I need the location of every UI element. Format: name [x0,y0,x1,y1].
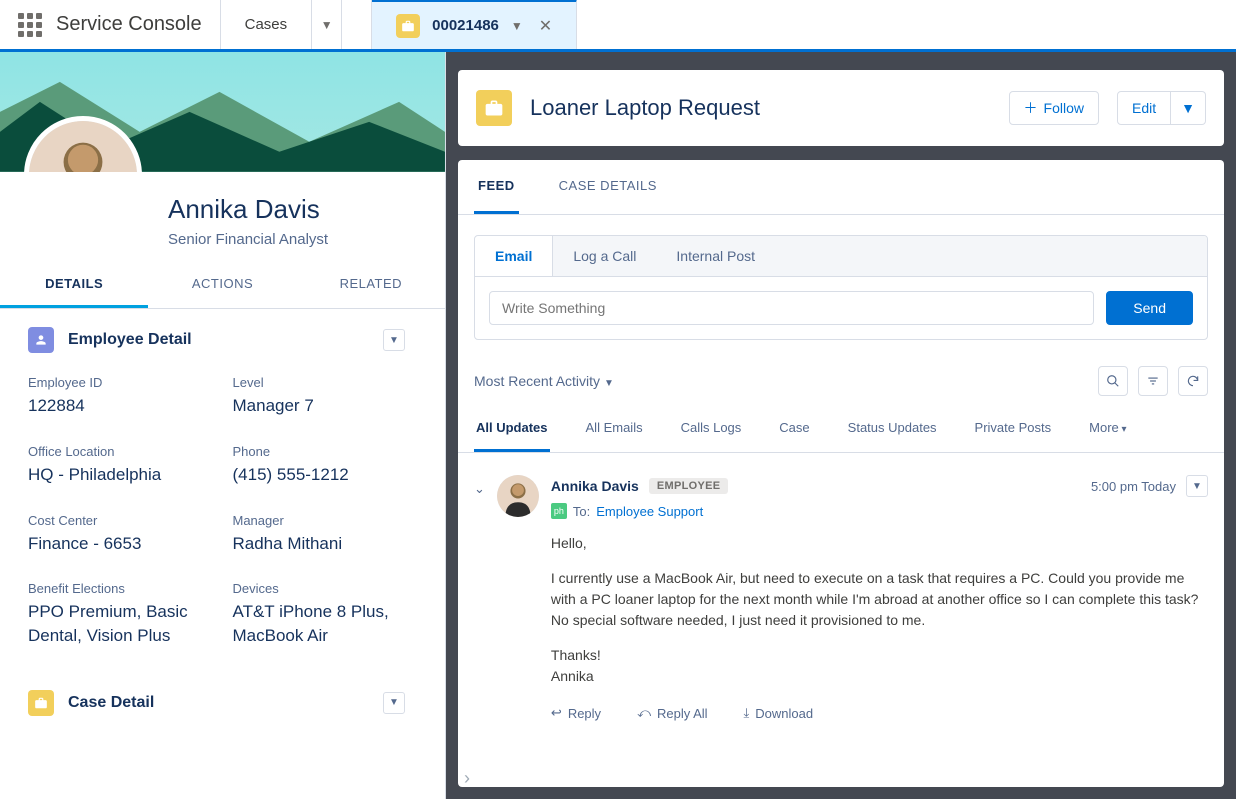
send-button[interactable]: Send [1106,291,1193,325]
tab-details[interactable]: DETAILS [0,262,148,308]
section-menu-button[interactable]: ▼ [383,692,405,714]
search-icon [1106,374,1120,388]
feed-content: Hello, I currently use a MacBook Air, bu… [551,533,1208,687]
sort-dropdown[interactable]: Most Recent Activity ▼ [474,373,614,389]
composer-tab-email[interactable]: Email [475,236,553,276]
feed-item: ⌄ Annika Davis EMPLOYEE 5:00 pm Today ▼ … [458,453,1224,731]
person-header: Annika Davis Senior Financial Analyst [0,172,445,262]
section-title: Employee Detail [68,331,192,349]
feed-item-menu[interactable]: ▼ [1186,475,1208,497]
feed-toolbar: Most Recent Activity ▼ [458,360,1224,406]
feed-card: FEED CASE DETAILS Email Log a Call Inter… [458,160,1224,787]
composer-tab-log-call[interactable]: Log a Call [553,236,656,276]
refresh-icon [1186,374,1200,388]
record-tabs: FEED CASE DETAILS [458,160,1224,215]
field-phone: Phone(415) 555-1212 [233,444,418,487]
composer-input[interactable] [489,291,1094,325]
workspace-tab-case[interactable]: 00021486 ▼ ✕ [372,0,577,49]
case-icon [476,90,512,126]
composer-tab-internal-post[interactable]: Internal Post [656,236,775,276]
reply-icon: ↩ [551,705,562,721]
tab-related[interactable]: RELATED [297,262,445,308]
feed-author: Annika Davis [551,478,639,494]
phone-icon: ph [551,503,567,519]
employee-fields: Employee ID122884 LevelManager 7 Office … [0,365,445,672]
filter-private-posts[interactable]: Private Posts [973,406,1054,452]
chevron-down-icon: ▼ [321,18,333,32]
tab-case-details[interactable]: CASE DETAILS [555,160,661,214]
tab-chevron-icon[interactable]: ▼ [511,19,523,33]
download-icon: ⤓ [744,705,750,721]
app-launcher-icon [18,13,42,37]
nav-divider [342,0,372,49]
field-manager: ManagerRadha Mithani [233,513,418,556]
filter-feed-button[interactable] [1138,366,1168,396]
section-title: Case Detail [68,694,154,712]
recipient-link[interactable]: Employee Support [596,504,703,519]
hero-banner [0,52,445,172]
edit-button-group: Edit ▼ [1117,91,1206,125]
main-panel: Loaner Laptop Request ＋Follow Edit ▼ FEE… [446,52,1236,799]
feed-timestamp: 5:00 pm Today [1091,479,1176,494]
filter-status-updates[interactable]: Status Updates [846,406,939,452]
reply-all-button[interactable]: ⤺Reply All [637,705,707,721]
edit-button[interactable]: Edit [1117,91,1171,125]
field-office: Office LocationHQ - Philadelphia [28,444,213,487]
composer: Email Log a Call Internal Post Send [474,235,1208,340]
tab-feed[interactable]: FEED [474,160,519,214]
reply-button[interactable]: ↩Reply [551,705,601,721]
composer-tabs: Email Log a Call Internal Post [475,236,1207,277]
page-header: Loaner Laptop Request ＋Follow Edit ▼ [458,70,1224,146]
case-icon [396,14,420,38]
filter-case[interactable]: Case [777,406,811,452]
feed-actions: ↩Reply ⤺Reply All ⤓Download [551,705,1208,721]
field-benefits: Benefit ElectionsPPO Premium, Basic Dent… [28,581,213,648]
filter-more[interactable]: More [1087,406,1128,452]
tab-close-icon[interactable]: ✕ [539,16,552,36]
employee-badge: EMPLOYEE [649,478,729,494]
person-name: Annika Davis [168,194,425,225]
section-employee-detail: Employee Detail ▼ [0,309,445,365]
employee-icon [28,327,54,353]
collapse-toggle[interactable]: ⌄ [474,481,485,721]
field-cost-center: Cost CenterFinance - 6653 [28,513,213,556]
filter-calls-logs[interactable]: Calls Logs [679,406,744,452]
nav-item-label: Cases [245,16,288,33]
record-sidebar: Annika Davis Senior Financial Analyst DE… [0,52,446,799]
filter-all-updates[interactable]: All Updates [474,406,550,452]
tab-label: 00021486 [432,17,499,34]
field-employee-id: Employee ID122884 [28,375,213,418]
page-title: Loaner Laptop Request [530,95,991,121]
refresh-feed-button[interactable] [1178,366,1208,396]
filter-icon [1146,374,1160,388]
top-navigation: Service Console Cases ▼ 00021486 ▼ ✕ [0,0,1236,52]
section-case-detail: Case Detail ▼ [0,672,445,728]
edit-dropdown-button[interactable]: ▼ [1171,91,1206,125]
case-icon [28,690,54,716]
search-feed-button[interactable] [1098,366,1128,396]
chevron-down-icon: ▼ [1181,100,1195,116]
feed-recipient: ph To: Employee Support [551,503,1208,519]
app-name: Service Console [56,13,202,36]
avatar [497,475,539,517]
panel-expand-toggle[interactable]: › [464,768,470,789]
app-launcher[interactable]: Service Console [0,0,221,49]
tab-actions[interactable]: ACTIONS [148,262,296,308]
field-devices: DevicesAT&T iPhone 8 Plus, MacBook Air [233,581,418,648]
sidebar-tabs: DETAILS ACTIONS RELATED [0,262,445,309]
field-level: LevelManager 7 [233,375,418,418]
download-button[interactable]: ⤓Download [744,705,814,721]
section-menu-button[interactable]: ▼ [383,329,405,351]
plus-icon: ＋ [1024,98,1038,118]
filter-all-emails[interactable]: All Emails [584,406,645,452]
person-title: Senior Financial Analyst [168,231,425,248]
reply-all-icon: ⤺ [637,705,651,721]
feed-filter-tabs: All Updates All Emails Calls Logs Case S… [458,406,1224,453]
nav-item-cases[interactable]: Cases [221,0,313,49]
nav-cases-dropdown[interactable]: ▼ [312,0,342,49]
chevron-down-icon: ▼ [604,378,614,389]
follow-button[interactable]: ＋Follow [1009,91,1099,125]
